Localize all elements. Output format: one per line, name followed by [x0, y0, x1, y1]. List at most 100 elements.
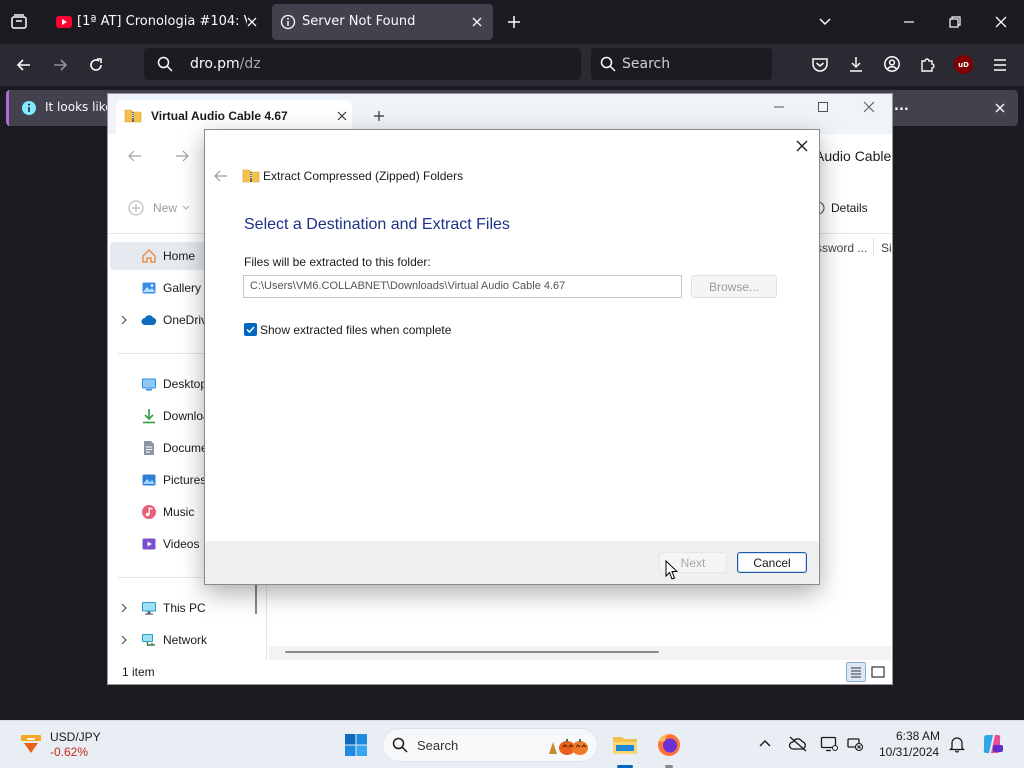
- maximize-icon[interactable]: [816, 100, 830, 114]
- ublock-icon[interactable]: uD: [954, 55, 973, 74]
- new-button-label: New: [153, 201, 178, 215]
- windows-start-icon[interactable]: [344, 733, 368, 757]
- search-icon: [600, 56, 616, 72]
- chevron-right-icon[interactable]: [119, 635, 129, 645]
- stock-widget[interactable]: USD/JPY -0.62%: [14, 727, 124, 763]
- clock-time[interactable]: 6:38 AM: [896, 729, 940, 743]
- notification-bell-icon[interactable]: [948, 735, 966, 753]
- chevron-right-icon[interactable]: [119, 603, 129, 613]
- notification-action[interactable]: ...: [894, 99, 909, 114]
- info-circle-icon: [21, 100, 37, 116]
- horizontal-scrollbar[interactable]: [269, 646, 891, 660]
- new-tab-icon[interactable]: [506, 14, 522, 30]
- column-header-password[interactable]: ssword ...: [816, 241, 867, 255]
- chevron-down-icon: [182, 204, 190, 212]
- close-tab-icon[interactable]: [469, 14, 485, 30]
- sidebar-item-network[interactable]: Network: [108, 626, 268, 654]
- explorer-tab[interactable]: Virtual Audio Cable 4.67: [116, 100, 352, 134]
- back-icon[interactable]: [15, 56, 33, 74]
- cloud-icon: [141, 312, 157, 328]
- extensions-icon[interactable]: [919, 55, 937, 73]
- sidebar-item-this-pc[interactable]: This PC: [108, 594, 268, 622]
- zip-folder-icon: [242, 167, 260, 183]
- sidebar-item-label: Home: [163, 249, 196, 263]
- next-button-label: Next: [680, 555, 706, 570]
- search-box[interactable]: Search: [591, 48, 772, 80]
- close-tab-icon[interactable]: [244, 14, 260, 30]
- close-icon[interactable]: [794, 138, 810, 154]
- account-icon[interactable]: [883, 55, 901, 73]
- url-bar[interactable]: dro.pm/dz: [144, 48, 581, 80]
- taskbar: USD/JPY -0.62% Search 6:38 AM 10/31/2024: [0, 720, 1024, 768]
- close-window-icon[interactable]: [993, 14, 1009, 30]
- destination-path-field[interactable]: C:\Users\VM6.COLLABNET\Downloads\Virtual…: [243, 275, 682, 298]
- firefox-taskbar-icon[interactable]: [656, 732, 682, 758]
- taskbar-search[interactable]: Search: [382, 728, 598, 762]
- desktop-icon: [141, 376, 157, 392]
- pocket-icon[interactable]: [811, 56, 829, 74]
- ticker-change: -0.62%: [50, 745, 89, 759]
- videos-icon: [141, 536, 157, 552]
- explorer-tab-title: Virtual Audio Cable 4.67: [151, 109, 288, 123]
- menu-icon[interactable]: [991, 56, 1009, 74]
- tiles-view-icon[interactable]: [870, 664, 886, 680]
- gallery-icon: [141, 280, 157, 296]
- downloads-icon[interactable]: [847, 55, 865, 73]
- tab-label: [1ª AT] Cronologia #104: Vinhet: [77, 14, 247, 29]
- sidebar-item-label: Gallery: [163, 281, 202, 295]
- details-view-icon[interactable]: [846, 662, 866, 682]
- reload-icon[interactable]: [87, 56, 105, 74]
- browse-button[interactable]: Browse...: [691, 275, 777, 298]
- details-button[interactable]: Details: [811, 198, 881, 218]
- close-tab-icon[interactable]: [335, 109, 349, 123]
- info-circle-icon: [280, 14, 296, 30]
- cancel-button[interactable]: Cancel: [737, 552, 807, 573]
- checkbox-label[interactable]: Show extracted files when complete: [260, 323, 451, 337]
- forward-icon[interactable]: [174, 148, 190, 164]
- sidebar-item-label: Videos: [163, 537, 200, 551]
- forward-icon[interactable]: [51, 56, 69, 74]
- checkmark-icon: [246, 326, 255, 334]
- tab-label: Server Not Found: [302, 14, 416, 29]
- new-button[interactable]: New: [126, 198, 196, 218]
- copilot-icon[interactable]: [980, 732, 1004, 756]
- dialog-footer: Next Cancel: [205, 541, 819, 584]
- show-files-checkbox[interactable]: [244, 323, 257, 336]
- chevron-right-icon[interactable]: [119, 315, 129, 325]
- minimize-icon[interactable]: [772, 100, 786, 114]
- breadcrumb-tail[interactable]: Audio Cable: [815, 148, 891, 164]
- new-tab-icon[interactable]: [372, 109, 386, 123]
- column-divider[interactable]: [873, 238, 874, 256]
- display-icon[interactable]: [820, 735, 838, 753]
- cancel-button-label: Cancel: [753, 555, 791, 570]
- details-button-label: Details: [831, 201, 868, 215]
- chevron-down-icon[interactable]: [817, 14, 833, 30]
- clock-date[interactable]: 10/31/2024: [879, 745, 939, 759]
- chevron-up-icon[interactable]: [758, 737, 772, 751]
- extension-badge: uD: [958, 60, 969, 69]
- search-icon: [157, 56, 173, 72]
- ticker-symbol: USD/JPY: [50, 730, 101, 744]
- search-placeholder: Search: [622, 56, 671, 72]
- sidebar-item-label: Music: [163, 505, 195, 519]
- tab-list-icon[interactable]: [10, 13, 28, 31]
- close-window-icon[interactable]: [862, 100, 876, 114]
- close-notification-icon[interactable]: [992, 100, 1008, 116]
- file-explorer-taskbar-icon[interactable]: [612, 733, 638, 757]
- onedrive-offline-icon[interactable]: [788, 735, 808, 753]
- network-status-icon[interactable]: [846, 735, 864, 753]
- restore-icon[interactable]: [947, 14, 963, 30]
- document-icon: [141, 440, 157, 456]
- destination-path-value: C:\Users\VM6.COLLABNET\Downloads\Virtual…: [250, 280, 566, 292]
- horizontal-scroll-thumb[interactable]: [285, 651, 659, 653]
- vertical-scrollbar[interactable]: [255, 582, 257, 614]
- search-icon: [392, 737, 408, 753]
- tab-youtube[interactable]: [1ª AT] Cronologia #104: Vinhet: [46, 4, 268, 40]
- dialog-heading: Select a Destination and Extract Files: [244, 216, 510, 233]
- column-header-size[interactable]: Si: [881, 241, 892, 255]
- back-icon[interactable]: [127, 148, 143, 164]
- minimize-icon[interactable]: [901, 14, 917, 30]
- tab-server-not-found[interactable]: Server Not Found: [272, 4, 493, 40]
- network-icon: [141, 632, 157, 648]
- back-icon[interactable]: [213, 168, 229, 184]
